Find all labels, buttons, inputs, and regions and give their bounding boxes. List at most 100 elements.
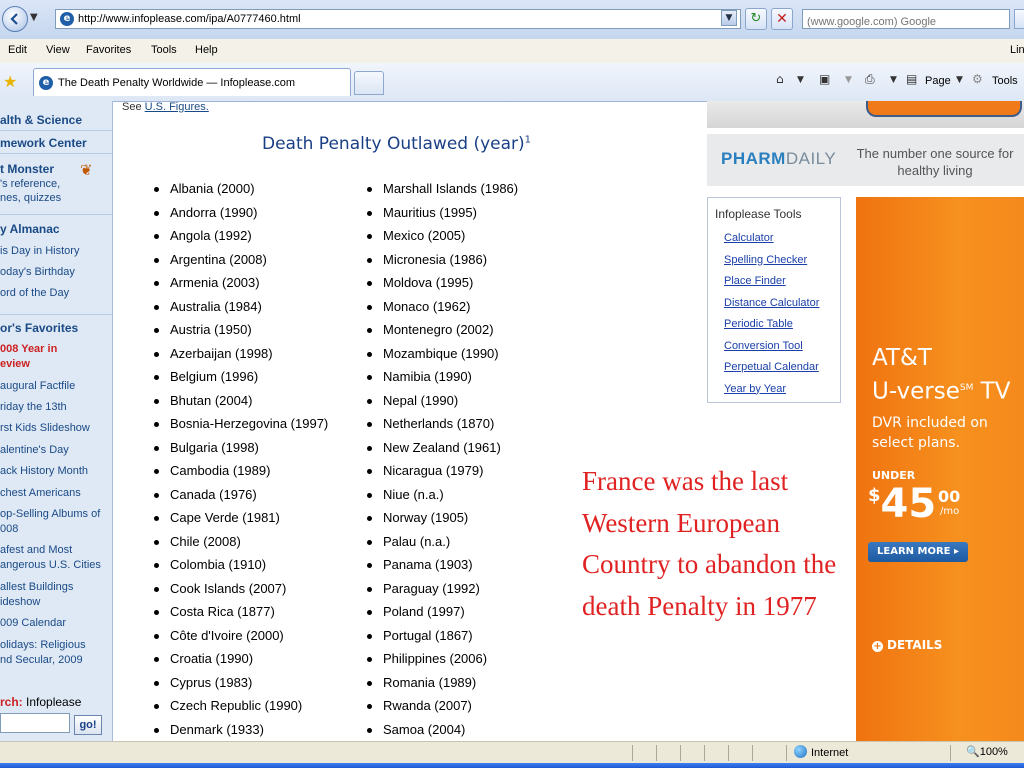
tool-link[interactable]: Conversion Tool [724, 340, 803, 352]
nav-section-heading[interactable]: t Monster [0, 162, 54, 176]
print-icon[interactable]: ⎙ [865, 72, 875, 87]
footnote-marker[interactable]: 1 [525, 134, 531, 145]
country-list-item: Azerbaijan (1998) [154, 346, 328, 370]
new-tab-button[interactable] [354, 71, 384, 95]
country-list-item: Cambodia (1989) [154, 463, 328, 487]
tools-menu-label[interactable]: Tools [992, 75, 1018, 87]
menu-help[interactable]: Help [195, 44, 218, 56]
feeds-dropdown-icon[interactable]: ▼ [845, 75, 852, 85]
left-navigation: alth & Science mework Center t Monster 's r… [0, 101, 113, 741]
nav-link[interactable]: augural Factfile [0, 380, 75, 392]
page-dropdown-icon[interactable]: ▼ [956, 75, 963, 85]
nav-link[interactable]: 008 Year in [0, 343, 57, 355]
history-dropdown-icon[interactable]: ▼ [30, 12, 38, 23]
back-button[interactable] [2, 6, 28, 32]
nav-link[interactable]: ord of the Day [0, 287, 69, 299]
nav-link[interactable]: angerous U.S. Cities [0, 559, 101, 571]
tool-link[interactable]: Place Finder [724, 275, 786, 287]
country-list-item: Monaco (1962) [367, 299, 518, 323]
tool-link[interactable]: Distance Calculator [724, 297, 819, 309]
us-figures-link[interactable]: U.S. Figures. [145, 101, 209, 113]
ad-dvr-text: DVR included on select plans. [872, 415, 988, 451]
tool-link[interactable]: Spelling Checker [724, 254, 807, 266]
details-link[interactable]: + DETAILS [872, 638, 942, 652]
links-label[interactable]: Lin [1010, 44, 1024, 56]
promo-orange-tab[interactable] [866, 101, 1022, 117]
nav-link[interactable]: 008 [0, 523, 18, 535]
globe-icon [794, 745, 807, 758]
country-list-item: Australia (1984) [154, 299, 328, 323]
country-list-item: Nicaragua (1979) [367, 463, 518, 487]
country-list-item: Niue (n.a.) [367, 487, 518, 511]
site-search-go-button[interactable]: go! [74, 715, 102, 735]
ad-price: $45 [868, 481, 937, 527]
url-dropdown-icon[interactable]: ▼ [721, 10, 737, 26]
nav-section-heading[interactable]: y Almanac [0, 222, 60, 236]
search-box[interactable] [802, 9, 1010, 30]
print-dropdown-icon[interactable]: ▼ [890, 75, 897, 85]
country-list-item: Panama (1903) [367, 557, 518, 581]
tool-link[interactable]: Year by Year [724, 383, 786, 395]
refresh-button[interactable]: ↻ [745, 8, 767, 30]
nav-section-heading[interactable]: alth & Science [0, 113, 82, 127]
nav-link[interactable]: ack History Month [0, 465, 88, 477]
ie-page-icon: e [60, 12, 74, 26]
menu-favorites[interactable]: Favorites [86, 44, 131, 56]
country-list-item: Moldova (1995) [367, 275, 518, 299]
country-list-item: Albania (2000) [154, 181, 328, 205]
security-zone[interactable]: Internet [794, 745, 848, 759]
site-search-input[interactable] [0, 713, 70, 733]
nav-link[interactable]: nd Secular, 2009 [0, 654, 83, 666]
gear-icon[interactable]: ⚙ [972, 72, 983, 86]
nav-divider [0, 153, 112, 154]
tool-link[interactable]: Calculator [724, 232, 774, 244]
country-list-item: Cyprus (1983) [154, 675, 328, 699]
country-list-item: Rwanda (2007) [367, 698, 518, 722]
nav-link[interactable]: allest Buildings [0, 581, 73, 593]
search-input[interactable] [807, 14, 1003, 30]
tool-link[interactable]: Periodic Table [724, 318, 793, 330]
menu-edit[interactable]: Edit [8, 44, 27, 56]
nav-link[interactable]: afest and Most [0, 544, 72, 556]
country-list-item: New Zealand (1961) [367, 440, 518, 464]
country-list-item: Armenia (2003) [154, 275, 328, 299]
url-field[interactable]: e http://www.infoplease.com/ipa/A0777460… [55, 9, 741, 29]
nav-section-heading[interactable]: or's Favorites [0, 321, 78, 335]
nav-section-heading[interactable]: mework Center [0, 136, 87, 150]
nav-link[interactable]: eview [0, 358, 30, 370]
nav-link[interactable]: nes, quizzes [0, 192, 61, 204]
home-dropdown-icon[interactable]: ▼ [797, 75, 804, 85]
favorites-star-icon[interactable]: ★ [3, 72, 17, 91]
tab-title: The Death Penalty Worldwide — Infoplease… [58, 77, 296, 89]
att-uverse-ad[interactable]: AT&T U-verseSM TV DVR included on select … [856, 197, 1024, 741]
top-fragment-text: See U.S. Figures. [122, 101, 209, 113]
pharmdaily-ad[interactable]: PHARMDAILY The number one source for hea… [707, 134, 1024, 186]
nav-link[interactable]: op-Selling Albums of [0, 508, 100, 520]
tool-link[interactable]: Perpetual Calendar [724, 361, 819, 373]
nav-link[interactable]: ideshow [0, 596, 40, 608]
stop-button[interactable]: ✕ [771, 8, 793, 30]
nav-link[interactable]: is Day in History [0, 245, 79, 257]
nav-link[interactable]: riday the 13th [0, 401, 67, 413]
menu-tools[interactable]: Tools [151, 44, 177, 56]
learn-more-button[interactable]: LEARN MORE ▸ [868, 542, 968, 562]
country-list-item: Mexico (2005) [367, 228, 518, 252]
zoom-level[interactable]: 🔍100% [966, 745, 1008, 758]
home-icon[interactable]: ⌂ [776, 72, 784, 86]
menu-view[interactable]: View [46, 44, 70, 56]
search-go-button[interactable] [1014, 9, 1024, 29]
page-icon[interactable]: ▤ [906, 72, 917, 86]
nav-link[interactable]: olidays: Religious [0, 639, 86, 651]
nav-link[interactable]: oday's Birthday [0, 266, 75, 278]
page-menu-label[interactable]: Page [925, 75, 951, 87]
nav-link[interactable]: 's reference, [0, 178, 60, 190]
country-list-column-2: Marshall Islands (1986) Mauritius (1995) M… [367, 181, 518, 745]
nav-link[interactable]: rst Kids Slideshow [0, 422, 90, 434]
nav-link[interactable]: alentine's Day [0, 444, 69, 456]
tab-active[interactable]: e The Death Penalty Worldwide — Infoplea… [33, 68, 351, 96]
country-list-item: Canada (1976) [154, 487, 328, 511]
nav-link[interactable]: chest Americans [0, 487, 81, 499]
feeds-icon[interactable]: ▣ [819, 72, 830, 86]
nav-link[interactable]: 009 Calendar [0, 617, 66, 629]
ie-tab-icon: e [39, 76, 53, 90]
